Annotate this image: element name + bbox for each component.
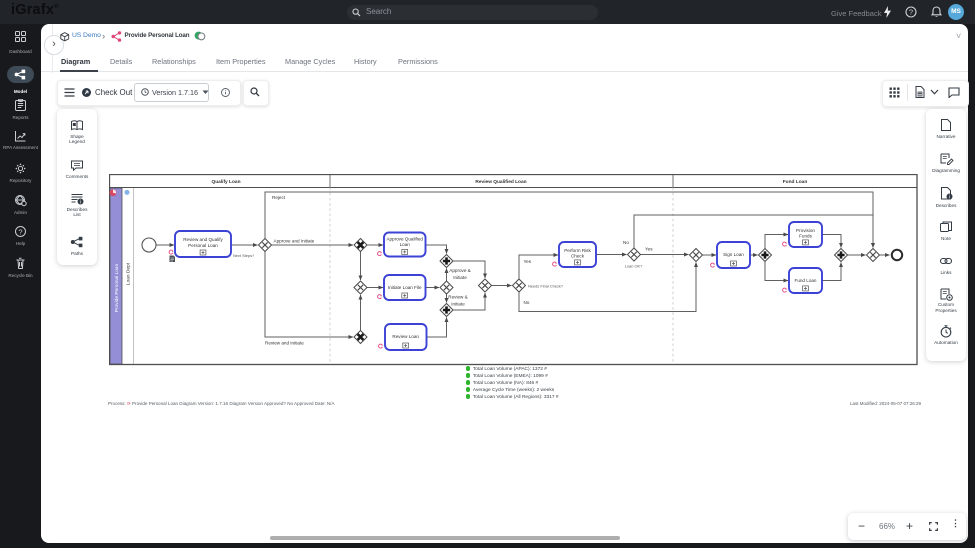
svg-text:Sign Loan: Sign Loan (723, 252, 744, 257)
svg-text:Perform Risk: Perform Risk (564, 248, 591, 253)
svg-text:Funds: Funds (799, 234, 812, 239)
svg-text:Reject: Reject (272, 195, 286, 200)
svg-text:Yes: Yes (524, 259, 532, 264)
svg-text:Review &: Review & (448, 295, 467, 300)
svg-text:Yes: Yes (645, 247, 653, 252)
svg-text:Initiate: Initiate (453, 275, 467, 280)
svg-text:Qualify Loan: Qualify Loan (211, 179, 240, 185)
svg-text:i: i (80, 199, 81, 205)
svg-text:Initiate Loan File: Initiate Loan File (388, 285, 422, 290)
svg-text:Check: Check (571, 254, 585, 259)
svg-text:?: ? (18, 227, 22, 236)
svg-text:Review and Qualify: Review and Qualify (183, 237, 223, 242)
svg-text:Loan: Loan (400, 242, 411, 247)
svg-text:Review Qualified Loan: Review Qualified Loan (475, 179, 526, 185)
svg-text:Loan Dept: Loan Dept (126, 262, 132, 285)
svg-text:Provide Personal Loan: Provide Personal Loan (114, 263, 120, 312)
svg-text:Loan OK?: Loan OK? (625, 264, 643, 269)
svg-text:i: i (949, 194, 950, 200)
svg-text:No: No (623, 240, 629, 245)
svg-text:Approve and Initiate: Approve and Initiate (274, 239, 315, 244)
svg-text:Needs Final Check?: Needs Final Check? (528, 284, 564, 289)
svg-text:No: No (524, 300, 530, 305)
svg-text:Review and Initiate: Review and Initiate (265, 341, 304, 346)
svg-text:?: ? (909, 8, 913, 17)
svg-text:Review Loan: Review Loan (392, 334, 419, 339)
svg-text:Fund Loan: Fund Loan (795, 278, 817, 283)
svg-text:Approve Qualified: Approve Qualified (386, 237, 423, 242)
svg-text:Approve &: Approve & (449, 268, 470, 273)
svg-text:Provision: Provision (796, 228, 815, 233)
svg-text:Initiate: Initiate (451, 302, 465, 307)
svg-text:Personal Loan: Personal Loan (188, 243, 218, 248)
svg-text:Fund Loan: Fund Loan (783, 179, 808, 185)
svg-text:Next Steps?: Next Steps? (233, 253, 255, 258)
